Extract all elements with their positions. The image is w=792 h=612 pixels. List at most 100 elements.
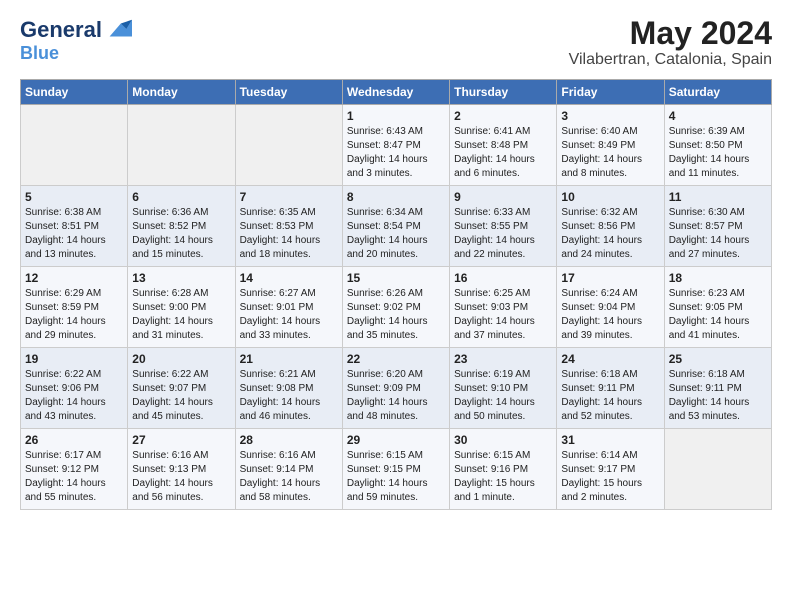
calendar-title: May 2024 [569, 16, 772, 51]
day-info: Sunrise: 6:40 AM Sunset: 8:49 PM Dayligh… [561, 125, 659, 181]
column-header-wednesday: Wednesday [342, 80, 449, 105]
day-cell: 26 Sunrise: 6:17 AM Sunset: 9:12 PM Dayli… [21, 429, 128, 510]
page: General Blue May 2024 Vilabertran, Catal… [0, 0, 792, 526]
header-row: SundayMondayTuesdayWednesdayThursdayFrid… [21, 80, 772, 105]
day-info: Sunrise: 6:19 AM Sunset: 9:10 PM Dayligh… [454, 368, 552, 424]
day-number: 8 [347, 190, 445, 204]
day-info: Sunrise: 6:20 AM Sunset: 9:09 PM Dayligh… [347, 368, 445, 424]
day-info: Sunrise: 6:21 AM Sunset: 9:08 PM Dayligh… [240, 368, 338, 424]
day-cell: 28Sunrise: 6:16 AM Sunset: 9:14 PM Dayli… [235, 429, 342, 510]
day-number: 7 [240, 190, 338, 204]
day-number: 9 [454, 190, 552, 204]
column-header-thursday: Thursday [450, 80, 557, 105]
day-number: 27 [132, 433, 230, 447]
day-number: 16 [454, 271, 552, 285]
logo-blue-text: Blue [20, 44, 132, 62]
day-number: 1 [347, 109, 445, 123]
day-info: Sunrise: 6:15 AM Sunset: 9:16 PM Dayligh… [454, 449, 552, 505]
day-cell: 15Sunrise: 6:26 AM Sunset: 9:02 PM Dayli… [342, 267, 449, 348]
logo-icon [104, 16, 132, 44]
day-number: 22 [347, 352, 445, 366]
day-cell: 6 Sunrise: 6:36 AM Sunset: 8:52 PM Daylig… [128, 186, 235, 267]
day-info: Sunrise: 6:39 AM Sunset: 8:50 PM Dayligh… [669, 125, 767, 181]
logo-text: General [20, 19, 102, 41]
day-info: Sunrise: 6:23 AM Sunset: 9:05 PM Dayligh… [669, 287, 767, 343]
day-cell: 14 Sunrise: 6:27 AM Sunset: 9:01 PM Dayli… [235, 267, 342, 348]
day-cell: 29 Sunrise: 6:15 AM Sunset: 9:15 PM Dayli… [342, 429, 449, 510]
day-cell [235, 105, 342, 186]
header: General Blue May 2024 Vilabertran, Catal… [20, 16, 772, 69]
week-row-1: 1Sunrise: 6:43 AM Sunset: 8:47 PM Daylig… [21, 105, 772, 186]
day-cell: 17Sunrise: 6:24 AM Sunset: 9:04 PM Dayli… [557, 267, 664, 348]
day-number: 23 [454, 352, 552, 366]
column-header-tuesday: Tuesday [235, 80, 342, 105]
week-row-5: 26 Sunrise: 6:17 AM Sunset: 9:12 PM Dayli… [21, 429, 772, 510]
day-cell: 10Sunrise: 6:32 AM Sunset: 8:56 PM Dayli… [557, 186, 664, 267]
day-cell [128, 105, 235, 186]
column-header-monday: Monday [128, 80, 235, 105]
day-number: 21 [240, 352, 338, 366]
day-info: Sunrise: 6:22 AM Sunset: 9:06 PM Dayligh… [25, 368, 123, 424]
day-cell: 25 Sunrise: 6:18 AM Sunset: 9:11 PM Dayli… [664, 348, 771, 429]
day-info: Sunrise: 6:18 AM Sunset: 9:11 PM Dayligh… [561, 368, 659, 424]
day-info: Sunrise: 6:38 AM Sunset: 8:51 PM Dayligh… [25, 206, 123, 262]
day-number: 13 [132, 271, 230, 285]
day-number: 12 [25, 271, 123, 285]
day-info: Sunrise: 6:16 AM Sunset: 9:14 PM Dayligh… [240, 449, 338, 505]
column-header-sunday: Sunday [21, 80, 128, 105]
day-number: 20 [132, 352, 230, 366]
day-cell: 1Sunrise: 6:43 AM Sunset: 8:47 PM Daylig… [342, 105, 449, 186]
day-number: 11 [669, 190, 767, 204]
day-info: Sunrise: 6:34 AM Sunset: 8:54 PM Dayligh… [347, 206, 445, 262]
day-info: Sunrise: 6:18 AM Sunset: 9:11 PM Dayligh… [669, 368, 767, 424]
day-info: Sunrise: 6:30 AM Sunset: 8:57 PM Dayligh… [669, 206, 767, 262]
column-header-saturday: Saturday [664, 80, 771, 105]
day-cell: 30Sunrise: 6:15 AM Sunset: 9:16 PM Dayli… [450, 429, 557, 510]
day-cell: 9Sunrise: 6:33 AM Sunset: 8:55 PM Daylig… [450, 186, 557, 267]
day-number: 2 [454, 109, 552, 123]
day-cell: 22 Sunrise: 6:20 AM Sunset: 9:09 PM Dayli… [342, 348, 449, 429]
day-number: 24 [561, 352, 659, 366]
column-header-friday: Friday [557, 80, 664, 105]
week-row-3: 12 Sunrise: 6:29 AM Sunset: 8:59 PM Dayli… [21, 267, 772, 348]
week-row-4: 19 Sunrise: 6:22 AM Sunset: 9:06 PM Dayli… [21, 348, 772, 429]
day-number: 3 [561, 109, 659, 123]
day-cell: 13Sunrise: 6:28 AM Sunset: 9:00 PM Dayli… [128, 267, 235, 348]
day-info: Sunrise: 6:15 AM Sunset: 9:15 PM Dayligh… [347, 449, 445, 505]
day-number: 14 [240, 271, 338, 285]
day-number: 10 [561, 190, 659, 204]
day-number: 17 [561, 271, 659, 285]
day-cell: 23 Sunrise: 6:19 AM Sunset: 9:10 PM Dayli… [450, 348, 557, 429]
day-cell: 27Sunrise: 6:16 AM Sunset: 9:13 PM Dayli… [128, 429, 235, 510]
day-number: 19 [25, 352, 123, 366]
day-info: Sunrise: 6:14 AM Sunset: 9:17 PM Dayligh… [561, 449, 659, 505]
day-cell: 11 Sunrise: 6:30 AM Sunset: 8:57 PM Dayli… [664, 186, 771, 267]
day-cell [21, 105, 128, 186]
day-info: Sunrise: 6:29 AM Sunset: 8:59 PM Dayligh… [25, 287, 123, 343]
day-cell: 4Sunrise: 6:39 AM Sunset: 8:50 PM Daylig… [664, 105, 771, 186]
day-number: 26 [25, 433, 123, 447]
day-cell: 31 Sunrise: 6:14 AM Sunset: 9:17 PM Dayli… [557, 429, 664, 510]
day-cell: 24 Sunrise: 6:18 AM Sunset: 9:11 PM Dayli… [557, 348, 664, 429]
day-info: Sunrise: 6:27 AM Sunset: 9:01 PM Dayligh… [240, 287, 338, 343]
day-info: Sunrise: 6:41 AM Sunset: 8:48 PM Dayligh… [454, 125, 552, 181]
day-number: 6 [132, 190, 230, 204]
day-cell: 21 Sunrise: 6:21 AM Sunset: 9:08 PM Dayli… [235, 348, 342, 429]
day-cell: 8 Sunrise: 6:34 AM Sunset: 8:54 PM Daylig… [342, 186, 449, 267]
day-cell: 12 Sunrise: 6:29 AM Sunset: 8:59 PM Dayli… [21, 267, 128, 348]
day-info: Sunrise: 6:17 AM Sunset: 9:12 PM Dayligh… [25, 449, 123, 505]
day-cell: 3 Sunrise: 6:40 AM Sunset: 8:49 PM Daylig… [557, 105, 664, 186]
day-number: 25 [669, 352, 767, 366]
day-number: 29 [347, 433, 445, 447]
day-info: Sunrise: 6:26 AM Sunset: 9:02 PM Dayligh… [347, 287, 445, 343]
title-block: May 2024 Vilabertran, Catalonia, Spain [569, 16, 772, 69]
day-cell: 2 Sunrise: 6:41 AM Sunset: 8:48 PM Daylig… [450, 105, 557, 186]
calendar-subtitle: Vilabertran, Catalonia, Spain [569, 51, 772, 69]
day-number: 31 [561, 433, 659, 447]
day-cell: 5Sunrise: 6:38 AM Sunset: 8:51 PM Daylig… [21, 186, 128, 267]
day-info: Sunrise: 6:36 AM Sunset: 8:52 PM Dayligh… [132, 206, 230, 262]
day-info: Sunrise: 6:35 AM Sunset: 8:53 PM Dayligh… [240, 206, 338, 262]
week-row-2: 5Sunrise: 6:38 AM Sunset: 8:51 PM Daylig… [21, 186, 772, 267]
day-cell [664, 429, 771, 510]
day-cell: 7 Sunrise: 6:35 AM Sunset: 8:53 PM Daylig… [235, 186, 342, 267]
